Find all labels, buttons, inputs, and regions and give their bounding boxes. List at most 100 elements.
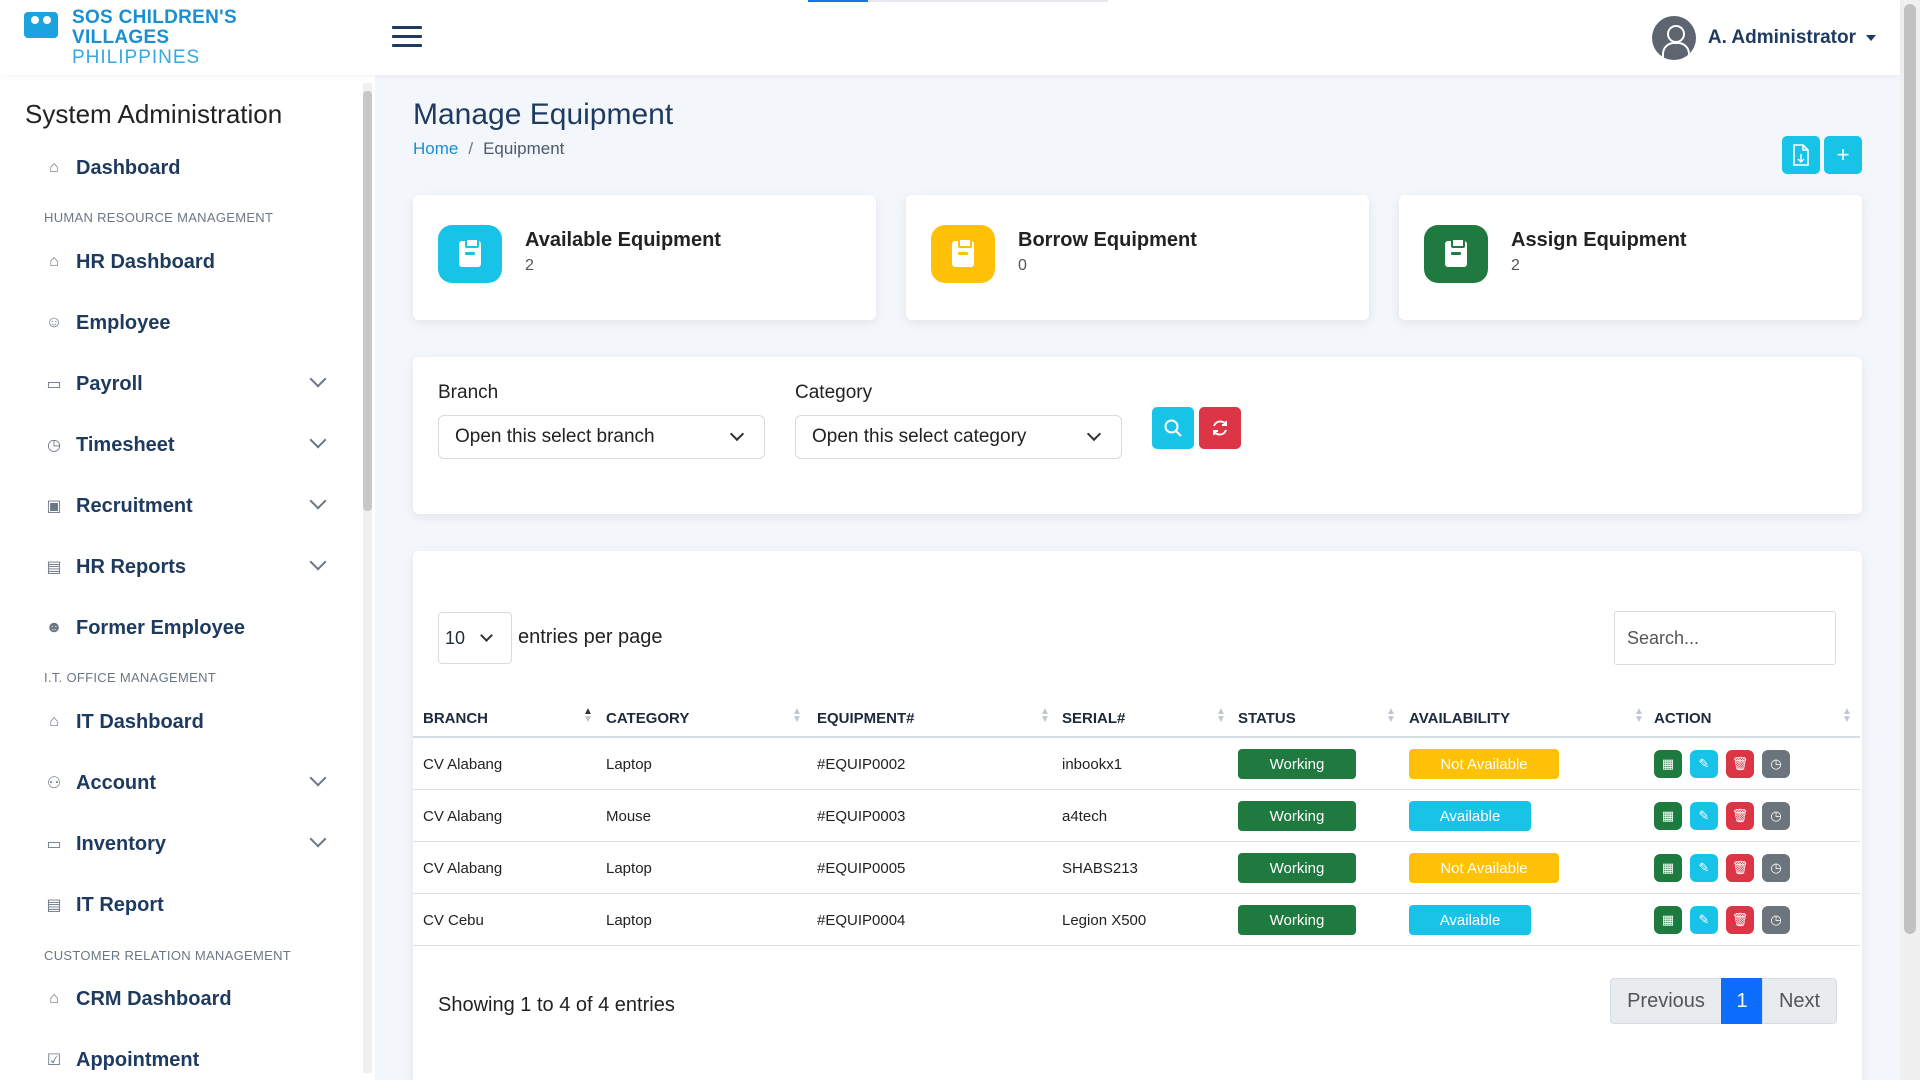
qr-code-button[interactable]: ▦ xyxy=(1654,906,1682,934)
sidebar-item-dashboard[interactable]: ⌂ Dashboard xyxy=(44,151,324,185)
cell-category: Laptop xyxy=(606,755,652,773)
stat-title: Borrow Equipment xyxy=(1018,229,1197,251)
top-navbar: SOS CHILDREN'S VILLAGES PHILIPPINES A. A… xyxy=(0,0,1900,75)
category-label: Category xyxy=(795,382,873,403)
logo-line-2: VILLAGES xyxy=(72,27,170,48)
sidebar-item-appointment[interactable]: ☑ Appointment xyxy=(44,1043,324,1077)
column-header-label: BRANCH xyxy=(423,709,488,727)
chevron-down-icon xyxy=(309,370,327,388)
column-header-availability[interactable]: AVAILABILITY ▲ ▼ xyxy=(1409,700,1649,736)
export-report-button[interactable] xyxy=(1782,136,1820,174)
sidebar: System Administration ⌂ Dashboard HUMAN … xyxy=(0,75,375,1080)
history-button[interactable]: ◷ xyxy=(1762,854,1790,882)
table-search-input[interactable] xyxy=(1614,611,1836,665)
stat-card-borrow[interactable]: Borrow Equipment 0 xyxy=(906,195,1369,320)
column-header-equipment[interactable]: EQUIPMENT# ▲ ▼ xyxy=(817,700,1050,736)
next-page-button[interactable]: Next xyxy=(1762,978,1837,1024)
delete-button[interactable]: 🗑 xyxy=(1726,854,1754,882)
sidebar-item-it-dashboard[interactable]: ⌂ IT Dashboard xyxy=(44,705,324,739)
cell-branch: CV Cebu xyxy=(423,911,484,929)
search-button[interactable] xyxy=(1152,407,1194,449)
qr-code-button[interactable]: ▦ xyxy=(1654,750,1682,778)
sidebar-item-label: Timesheet xyxy=(76,433,175,456)
delete-button[interactable]: 🗑 xyxy=(1726,750,1754,778)
menu-toggle-icon[interactable] xyxy=(392,26,422,48)
qr-code-button[interactable]: ▦ xyxy=(1654,802,1682,830)
history-button[interactable]: ◷ xyxy=(1762,802,1790,830)
sidebar-item-hr-dashboard[interactable]: ⌂ HR Dashboard xyxy=(44,245,324,279)
app-logo[interactable]: SOS CHILDREN'S VILLAGES PHILIPPINES xyxy=(24,8,237,68)
user-menu[interactable]: A. Administrator xyxy=(1651,16,1876,60)
entries-value: 10 xyxy=(445,627,466,648)
page-scrollbar-thumb[interactable] xyxy=(1904,4,1916,934)
history-button[interactable]: ◷ xyxy=(1762,750,1790,778)
breadcrumb-home-link[interactable]: Home xyxy=(413,139,458,159)
column-header-branch[interactable]: BRANCH ▲ ▼ xyxy=(423,700,593,736)
status-badge: Working xyxy=(1238,801,1356,831)
table-row: CV Alabang Mouse #EQUIP0003 a4tech Worki… xyxy=(413,790,1860,842)
history-button[interactable]: ◷ xyxy=(1762,906,1790,934)
cell-serial: Legion X500 xyxy=(1062,911,1147,929)
edit-button[interactable]: ✎ xyxy=(1690,802,1718,830)
sidebar-item-inventory[interactable]: ▭ Inventory xyxy=(44,827,327,861)
page-scrollbar[interactable] xyxy=(1900,0,1920,1080)
section-it: I.T. OFFICE MANAGEMENT xyxy=(44,670,216,685)
sidebar-scrollbar-thumb[interactable] xyxy=(363,91,372,511)
page-1-button[interactable]: 1 xyxy=(1721,978,1763,1024)
breadcrumb-separator: / xyxy=(468,139,474,158)
sidebar-scrollbar[interactable] xyxy=(363,83,372,1073)
breadcrumb: Home / Equipment xyxy=(413,139,564,159)
edit-button[interactable]: ✎ xyxy=(1690,750,1718,778)
chevron-down-icon xyxy=(309,553,327,571)
chevron-down-icon xyxy=(729,426,745,442)
row-actions: ▦ ✎ 🗑 ◷ xyxy=(1654,894,1798,946)
reset-button[interactable] xyxy=(1199,407,1241,449)
users-icon: ⚇ xyxy=(46,775,62,792)
column-header-label: SERIAL# xyxy=(1062,709,1126,727)
refresh-icon xyxy=(1213,420,1227,436)
edit-button[interactable]: ✎ xyxy=(1690,906,1718,934)
edit-button[interactable]: ✎ xyxy=(1690,854,1718,882)
previous-page-button[interactable]: Previous xyxy=(1610,978,1722,1024)
sidebar-item-label: Inventory xyxy=(76,832,167,855)
sidebar-item-former-employee[interactable]: ☻ Former Employee xyxy=(44,611,324,645)
sidebar-item-crm-dashboard[interactable]: ⌂ CRM Dashboard xyxy=(44,982,324,1016)
column-header-status[interactable]: STATUS ▲ ▼ xyxy=(1238,700,1398,736)
availability-badge: Not Available xyxy=(1409,853,1559,883)
availability-badge: Not Available xyxy=(1409,749,1559,779)
add-equipment-button[interactable]: + xyxy=(1824,136,1862,174)
column-header-label: AVAILABILITY xyxy=(1409,709,1511,727)
sidebar-item-recruitment[interactable]: ▣ Recruitment xyxy=(44,489,327,523)
column-header-action[interactable]: ACTION ▲ ▼ xyxy=(1654,700,1854,736)
sidebar-item-it-report[interactable]: ▤ IT Report xyxy=(44,888,324,922)
cell-category: Mouse xyxy=(606,807,652,825)
sidebar-item-label: HR Dashboard xyxy=(76,250,215,273)
stat-card-available[interactable]: Available Equipment 2 xyxy=(413,195,876,320)
sidebar-item-label: Recruitment xyxy=(76,494,193,517)
cell-equipment: #EQUIP0002 xyxy=(817,755,906,773)
section-hr: HUMAN RESOURCE MANAGEMENT xyxy=(44,210,274,225)
entries-per-page-select[interactable]: 10 xyxy=(438,612,512,664)
sort-icon: ▲ ▼ xyxy=(1842,706,1852,725)
home-icon: ⌂ xyxy=(49,990,59,1007)
sidebar-item-payroll[interactable]: ▭ Payroll xyxy=(44,367,327,401)
stat-card-assign[interactable]: Assign Equipment 2 xyxy=(1399,195,1862,320)
status-badge: Working xyxy=(1238,853,1356,883)
cell-serial: SHABS213 xyxy=(1062,859,1138,877)
cell-category: Laptop xyxy=(606,859,652,877)
home-icon: ⌂ xyxy=(49,159,59,176)
category-select[interactable]: Open this select category xyxy=(795,415,1122,459)
sidebar-item-hr-reports[interactable]: ▤ HR Reports xyxy=(44,550,327,584)
column-header-serial[interactable]: SERIAL# ▲ ▼ xyxy=(1062,700,1232,736)
sidebar-item-employee[interactable]: ☺ Employee xyxy=(44,306,324,340)
sort-icon: ▲ ▼ xyxy=(1216,706,1226,725)
delete-button[interactable]: 🗑 xyxy=(1726,906,1754,934)
sidebar-item-timesheet[interactable]: ◷ Timesheet xyxy=(44,428,327,462)
delete-button[interactable]: 🗑 xyxy=(1726,802,1754,830)
qr-code-button[interactable]: ▦ xyxy=(1654,854,1682,882)
sidebar-item-account[interactable]: ⚇ Account xyxy=(44,766,327,800)
calendar-check-icon: ☑ xyxy=(46,1052,62,1069)
branch-select[interactable]: Open this select branch xyxy=(438,415,765,459)
credit-card-icon: ▭ xyxy=(46,376,62,393)
column-header-category[interactable]: CATEGORY ▲ ▼ xyxy=(606,700,806,736)
